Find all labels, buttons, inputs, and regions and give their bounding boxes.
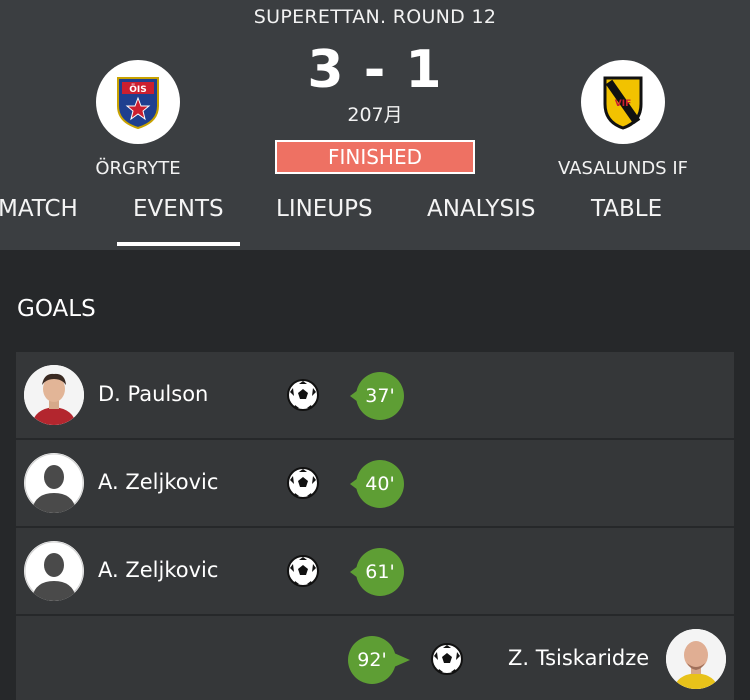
football-icon [286, 378, 320, 412]
goal-minute-badge: 40' [350, 460, 404, 508]
goal-minute: 92' [357, 649, 387, 671]
tab-lineups[interactable]: LINEUPS [276, 196, 373, 222]
goal-minute: 40' [365, 473, 395, 495]
goal-scorer-name[interactable]: D. Paulson [98, 382, 208, 406]
goal-minute: 61' [365, 561, 395, 583]
match-header: SUPERETTAN. ROUND 12 ÖIS ÖRGRYTE 3 - 1 2… [0, 0, 750, 250]
tab-events[interactable]: EVENTS [133, 196, 224, 222]
goal-row[interactable]: A. Zeljkovic 40' [16, 440, 734, 526]
vasalunds-crest-icon: VIF [603, 76, 643, 130]
tab-match[interactable]: MATCH [0, 196, 78, 222]
tab-analysis[interactable]: ANALYSIS [427, 196, 535, 222]
home-logo-text: ÖIS [129, 84, 146, 95]
goals-section-title: GOALS [17, 296, 96, 322]
match-score: 3 - 1 [307, 40, 443, 100]
goal-minute-badge: 37' [350, 372, 404, 420]
match-tabs: MATCH EVENTS LINEUPS ANALYSIS TABLE [0, 196, 750, 246]
player-avatar [24, 365, 84, 425]
player-avatar [666, 629, 726, 689]
orgryte-crest-icon: ÖIS [117, 77, 159, 130]
goal-minute-badge: 92' [348, 636, 410, 684]
match-status-badge: FINISHED [275, 140, 475, 174]
goal-row[interactable]: 92' Z. Tsiskaridze [16, 616, 734, 700]
player-avatar [24, 453, 84, 513]
goal-scorer-name[interactable]: Z. Tsiskaridze [508, 646, 649, 670]
football-icon [430, 642, 464, 676]
goal-row[interactable]: D. Paulson 37' [16, 352, 734, 438]
home-team-name[interactable]: ÖRGRYTE [78, 158, 198, 179]
player-avatar [24, 541, 84, 601]
player-placeholder-icon [24, 541, 84, 601]
player-photo-icon [24, 365, 84, 425]
competition-round: SUPERETTAN. ROUND 12 [253, 6, 497, 28]
tab-table[interactable]: TABLE [591, 196, 662, 222]
active-tab-indicator [117, 242, 240, 246]
away-team-logo[interactable]: VIF [581, 60, 665, 144]
player-placeholder-icon [24, 453, 84, 513]
match-date: 207月 [347, 104, 403, 126]
football-icon [286, 466, 320, 500]
goal-minute-badge: 61' [350, 548, 404, 596]
home-team-logo[interactable]: ÖIS [96, 60, 180, 144]
goal-scorer-name[interactable]: A. Zeljkovic [98, 470, 218, 494]
football-icon [286, 554, 320, 588]
player-photo-icon [666, 629, 726, 689]
goal-scorer-name[interactable]: A. Zeljkovic [98, 558, 218, 582]
away-logo-text: VIF [615, 99, 631, 109]
goal-row[interactable]: A. Zeljkovic 61' [16, 528, 734, 614]
away-team-name[interactable]: VASALUNDS IF [548, 158, 698, 179]
goal-minute: 37' [365, 385, 395, 407]
